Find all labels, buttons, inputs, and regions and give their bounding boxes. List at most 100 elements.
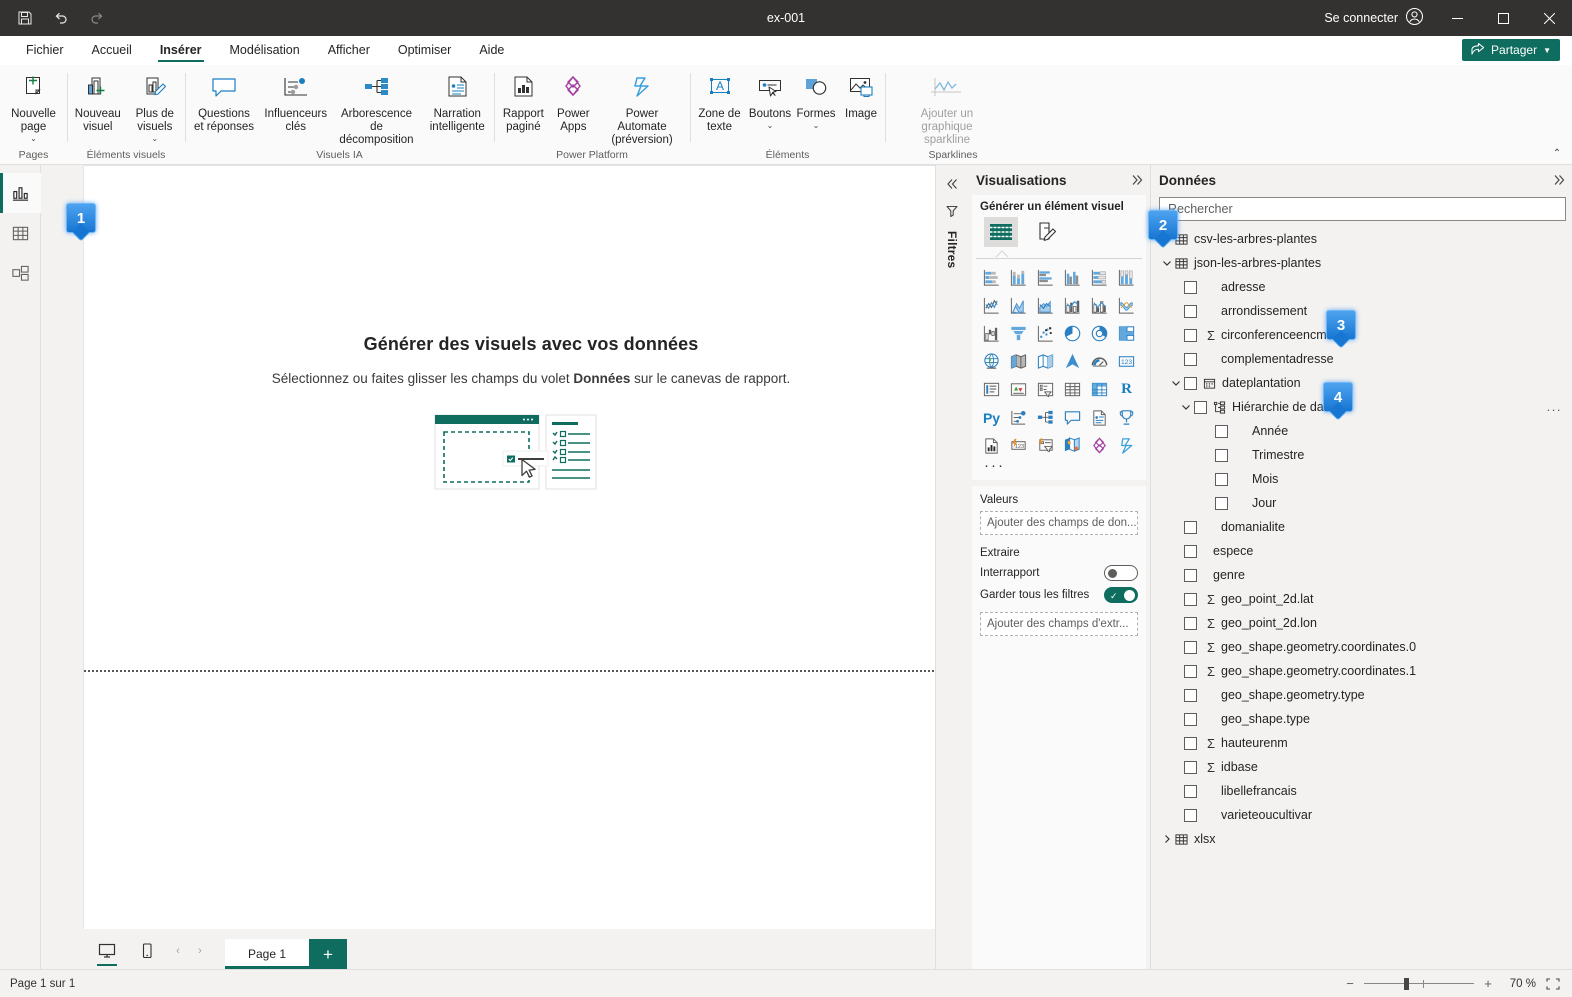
text-box-button[interactable]: A Zone de texte (692, 69, 747, 134)
search-input[interactable] (1159, 197, 1566, 221)
filters-panel-label[interactable]: Filtres (945, 231, 959, 268)
power-apps-button[interactable]: Power Apps (551, 69, 596, 134)
field-varieteoucultivar[interactable]: Σ varieteoucultivar (1159, 803, 1572, 827)
field-geo-shape-geometry-coordinates-0[interactable]: Σ geo_shape.geometry.coordinates.0 (1159, 635, 1572, 659)
matrix-icon[interactable] (1086, 377, 1113, 402)
stacked-area-chart-icon[interactable] (1032, 293, 1059, 318)
shape-map-icon[interactable] (1032, 349, 1059, 374)
prev-page-icon[interactable]: ‹ (167, 933, 189, 969)
table-icon[interactable] (1059, 377, 1086, 402)
field-checkbox[interactable] (1184, 665, 1197, 678)
field-checkbox[interactable] (1215, 473, 1228, 486)
field-circonferenceencm[interactable]: Σ circonferenceencm (1159, 323, 1572, 347)
new-visual-button[interactable]: Nouveau visuel (69, 69, 127, 134)
field-checkbox[interactable] (1184, 809, 1197, 822)
area-chart-icon[interactable] (1005, 293, 1032, 318)
undo-icon[interactable] (44, 3, 78, 33)
power-apps-visual-icon[interactable]: 123 (1005, 433, 1032, 458)
sidebar-item-report-view[interactable] (0, 173, 41, 213)
chevron-down-icon[interactable] (1159, 258, 1175, 268)
sign-in-button[interactable]: Se connecter (1312, 0, 1434, 36)
zoom-slider[interactable] (1364, 977, 1474, 991)
field-checkbox[interactable] (1184, 737, 1197, 750)
collapse-left-icon[interactable] (945, 173, 959, 200)
table-xlsx[interactable]: xlsx (1159, 827, 1572, 851)
chiclet-slicer-icon[interactable] (1032, 433, 1059, 458)
power-automate-button[interactable]: Power Automate (préversion) (596, 69, 688, 147)
decomposition-tree-button[interactable]: Arborescence de décomposition (331, 69, 423, 147)
line-clustered-column-chart-icon[interactable] (1086, 293, 1113, 318)
field-checkbox[interactable] (1184, 569, 1197, 582)
garder-filtres-toggle[interactable]: ✓ (1104, 587, 1138, 603)
field-checkbox[interactable] (1184, 689, 1197, 702)
field-idbase[interactable]: Σ idbase (1159, 755, 1572, 779)
field-checkbox[interactable] (1215, 449, 1228, 462)
card-icon[interactable]: 123 (1113, 349, 1140, 374)
image-button[interactable]: Image (839, 69, 883, 121)
qna-button[interactable]: Questions et réponses (187, 69, 261, 134)
tab-modelisation[interactable]: Modélisation (216, 36, 314, 64)
chevron-down-icon[interactable] (1168, 378, 1184, 388)
waterfall-chart-icon[interactable] (978, 321, 1005, 346)
expand-icon[interactable] (1552, 173, 1566, 187)
field-hauteurenm[interactable]: Σ hauteurenm (1159, 731, 1572, 755)
treemap-icon[interactable] (1113, 321, 1140, 346)
format-paint-icon[interactable] (1030, 217, 1064, 247)
field-complementadresse[interactable]: Σ complementadresse (1159, 347, 1572, 371)
tab-inserer[interactable]: Insérer (146, 36, 216, 64)
smart-narrative-visual-icon[interactable] (1086, 405, 1113, 430)
field-adresse[interactable]: Σ adresse (1159, 275, 1572, 299)
field-checkbox[interactable] (1184, 641, 1197, 654)
chevron-right-icon[interactable] (1159, 834, 1175, 844)
field-checkbox[interactable] (1184, 593, 1197, 606)
line-chart-icon[interactable] (978, 293, 1005, 318)
share-button[interactable]: Partager ▼ (1462, 39, 1560, 61)
gauge-chart-icon[interactable] (1086, 349, 1113, 374)
arcgis-map-icon[interactable] (1059, 433, 1086, 458)
field-domanialite[interactable]: Σ domanialite (1159, 515, 1572, 539)
buttons-button[interactable]: Boutons ⌄ (747, 69, 793, 130)
power-apps-grid-icon[interactable] (1086, 433, 1113, 458)
field-geo-shape-type[interactable]: Σ geo_shape.type (1159, 707, 1572, 731)
line-stacked-column-chart-icon[interactable] (1059, 293, 1086, 318)
field-checkbox[interactable] (1215, 425, 1228, 438)
add-sparkline-button[interactable]: Ajouter un graphique sparkline (887, 69, 1007, 147)
field-geo-point-2d-lat[interactable]: Σ geo_point_2d.lat (1159, 587, 1572, 611)
sidebar-item-model-view[interactable] (0, 253, 41, 293)
field-annee[interactable]: Σ Année (1159, 419, 1572, 443)
field-espece[interactable]: Σ espece (1159, 539, 1572, 563)
tab-accueil[interactable]: Accueil (78, 36, 146, 64)
clustered-column-chart-icon[interactable] (1059, 265, 1086, 290)
zoom-out-button[interactable]: − (1344, 976, 1356, 991)
field-checkbox[interactable] (1184, 545, 1197, 558)
field-checkbox[interactable] (1194, 401, 1207, 414)
power-automate-grid-icon[interactable] (1113, 433, 1140, 458)
clustered-bar-chart-icon[interactable] (1032, 265, 1059, 290)
field-checkbox[interactable] (1184, 785, 1197, 798)
hierarchy-hierarchie-de-dates[interactable]: Hiérarchie de dates ... (1159, 395, 1572, 419)
key-influencers-button[interactable]: Influenceurs clés (261, 69, 331, 134)
zoom-slider-thumb[interactable] (1404, 978, 1409, 990)
funnel-chart-icon[interactable] (1005, 321, 1032, 346)
paginated-report-button[interactable]: Rapport paginé (496, 69, 551, 134)
field-checkbox[interactable] (1184, 521, 1197, 534)
qna-visual-icon[interactable] (1059, 405, 1086, 430)
r-script-visual-icon[interactable]: R (1113, 377, 1140, 402)
chevron-down-icon[interactable] (1178, 402, 1194, 412)
field-geo-point-2d-lon[interactable]: Σ geo_point_2d.lon (1159, 611, 1572, 635)
mobile-view-icon[interactable] (127, 933, 167, 969)
tab-afficher[interactable]: Afficher (314, 36, 384, 64)
stacked-column-chart-icon[interactable] (1005, 265, 1032, 290)
field-checkbox[interactable] (1184, 305, 1197, 318)
tab-optimiser[interactable]: Optimiser (384, 36, 465, 64)
kpi-icon[interactable] (1005, 377, 1032, 402)
field-checkbox[interactable] (1184, 377, 1197, 390)
tab-fichier[interactable]: Fichier (12, 36, 78, 64)
sidebar-item-table-view[interactable] (0, 213, 41, 253)
field-mois[interactable]: Σ Mois (1159, 467, 1572, 491)
interrapport-toggle[interactable] (1104, 565, 1138, 581)
extraire-drop-zone[interactable]: Ajouter des champs d'extr... (980, 612, 1138, 636)
pie-chart-icon[interactable] (1059, 321, 1086, 346)
more-options-icon[interactable]: ... (1547, 402, 1562, 412)
more-visuals-ellipsis[interactable]: ··· (972, 458, 1146, 474)
